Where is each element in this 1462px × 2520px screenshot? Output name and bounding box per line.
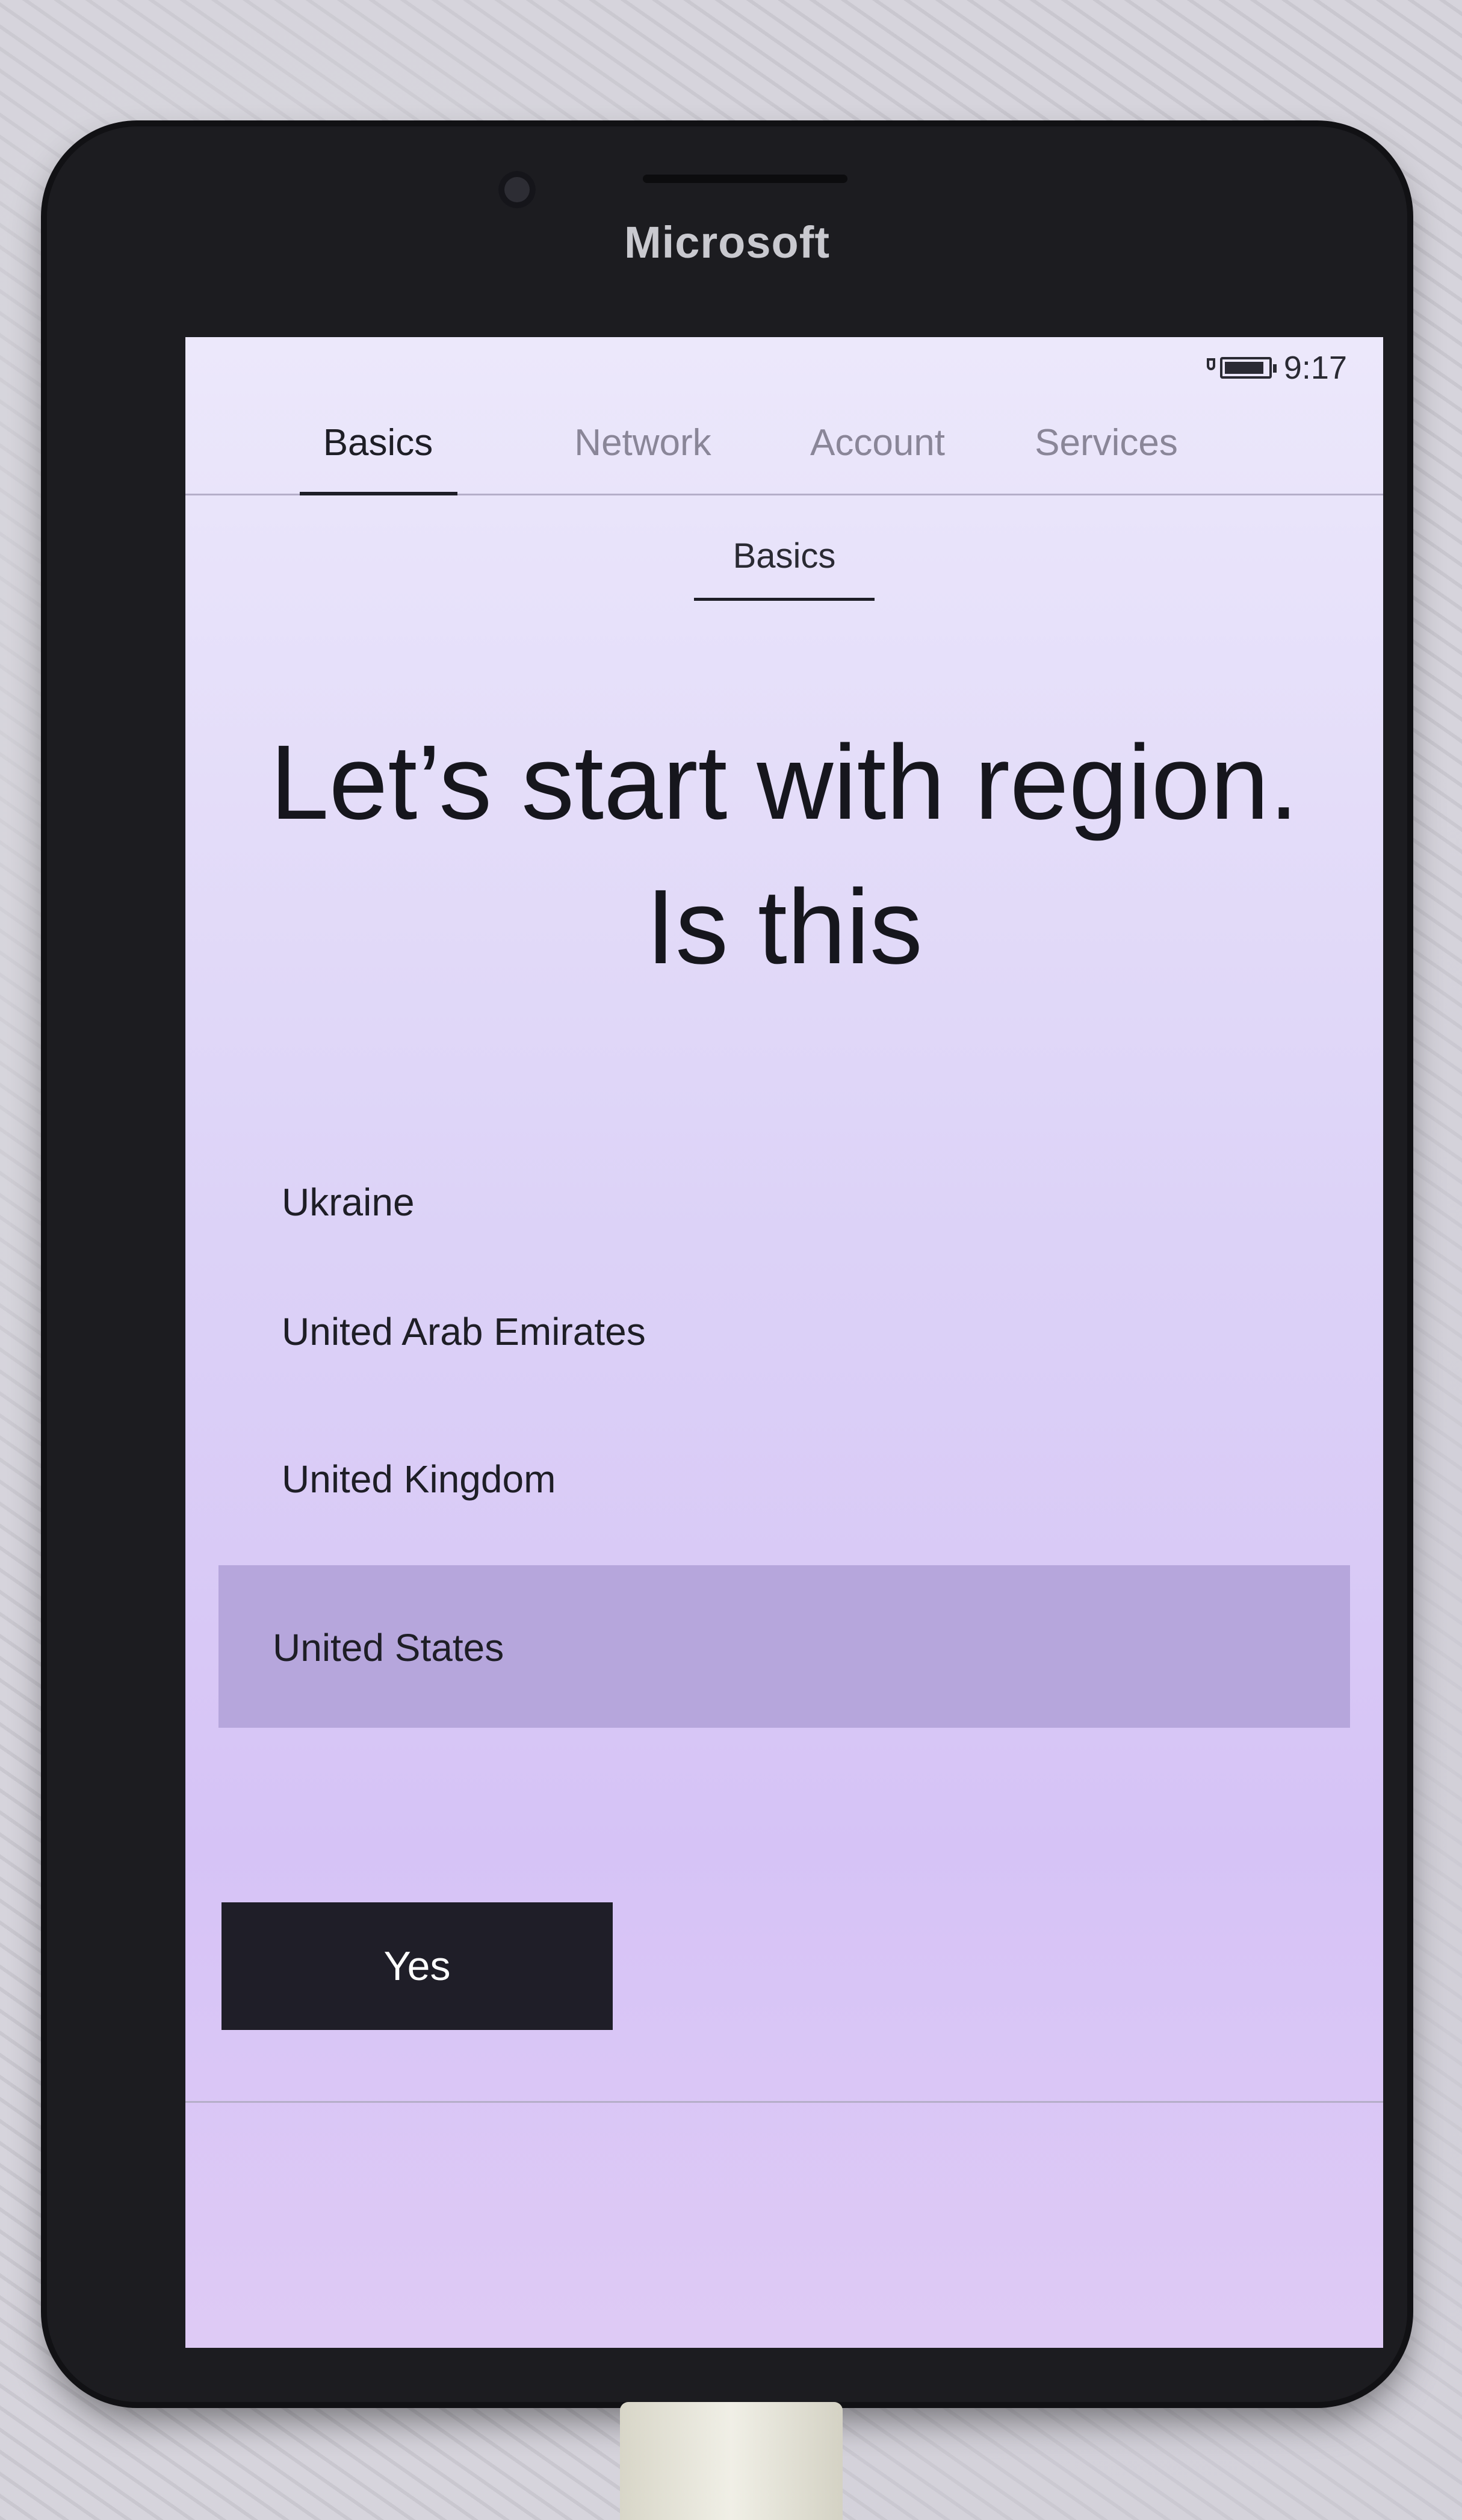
tab-label: Account xyxy=(810,422,946,464)
status-time: 9:17 xyxy=(1283,350,1347,386)
tab-label: Services xyxy=(1035,422,1178,464)
charging-plug-icon xyxy=(1204,356,1218,380)
yes-button[interactable]: Yes xyxy=(221,1902,613,2030)
subtab-label: Basics xyxy=(694,536,875,601)
tab-services[interactable]: Services xyxy=(1010,421,1203,464)
phone-body: Microsoft 9:17 Basics Network Account Se… xyxy=(47,126,1407,2402)
region-item-selected[interactable]: United States xyxy=(218,1565,1350,1728)
status-bar: 9:17 xyxy=(1204,349,1347,386)
tab-label: Network xyxy=(574,422,711,464)
battery-icon xyxy=(1219,357,1277,379)
region-item-label: United States xyxy=(273,1626,504,1669)
divider xyxy=(185,2101,1383,2103)
setup-tabs: Basics Network Account Services xyxy=(185,403,1383,495)
region-item-united-arab-emirates[interactable]: United Arab Emirates xyxy=(282,1309,646,1354)
tab-basics[interactable]: Basics xyxy=(300,421,456,464)
front-camera xyxy=(498,171,536,208)
earpiece-speaker xyxy=(643,175,847,183)
region-item-united-kingdom[interactable]: United Kingdom xyxy=(282,1457,556,1501)
usb-cable xyxy=(620,2402,843,2520)
tab-label: Basics xyxy=(323,422,433,464)
active-tab-indicator xyxy=(300,492,457,495)
region-item-ukraine[interactable]: Ukraine xyxy=(282,1187,415,1224)
subtab-basics[interactable]: Basics xyxy=(185,536,1383,601)
page-title: Let’s start with region. Is this xyxy=(270,724,1299,986)
screen: 9:17 Basics Network Account Services Bas… xyxy=(185,337,1383,2348)
brand-logo: Microsoft xyxy=(624,217,830,267)
tab-network[interactable]: Network xyxy=(547,421,739,464)
tab-account[interactable]: Account xyxy=(781,421,974,464)
